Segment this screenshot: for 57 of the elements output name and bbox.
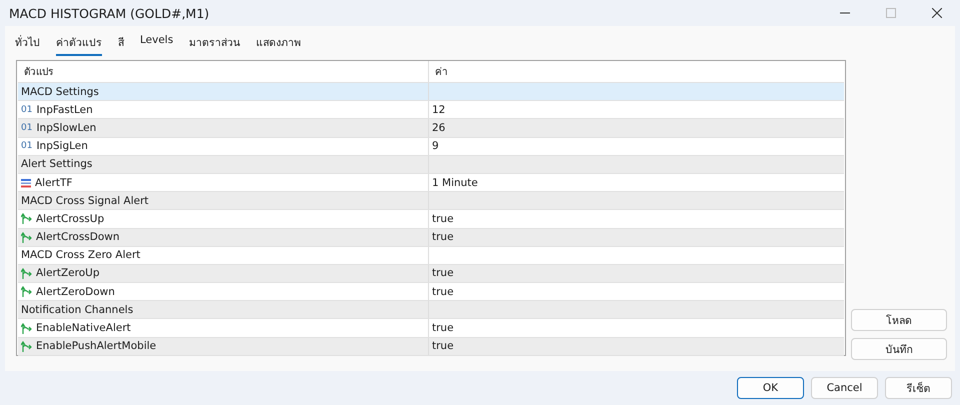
tab[interactable]: ค่าตัวแปร bbox=[56, 32, 102, 56]
side-button[interactable]: โหลด bbox=[851, 309, 947, 331]
parameter-name: AlertZeroDown bbox=[36, 286, 115, 298]
table-row[interactable]: AlertCrossDown true bbox=[18, 228, 844, 247]
tab[interactable]: Levels bbox=[140, 32, 174, 51]
column-header[interactable]: ตัวแปร bbox=[18, 61, 429, 82]
side-button[interactable]: บันทึก bbox=[851, 338, 947, 360]
parameter-name: EnablePushAlertMobile bbox=[36, 340, 156, 352]
parameter-value: true bbox=[432, 212, 454, 225]
table-row[interactable]: Alert Settings bbox=[18, 156, 844, 174]
parameter-value: 9 bbox=[432, 140, 439, 152]
table-row[interactable]: Notification Channels bbox=[18, 301, 844, 320]
window-title: MACD HISTOGRAM (GOLD#,M1) bbox=[9, 6, 210, 20]
tab[interactable]: ทั่วไป bbox=[15, 32, 40, 56]
parameter-name: AlertZeroUp bbox=[36, 267, 100, 280]
parameter-name: InpSlowLen bbox=[36, 122, 96, 134]
group-label: Alert Settings bbox=[21, 158, 92, 170]
parameter-value: true bbox=[432, 286, 454, 298]
branch-arrow-icon bbox=[21, 232, 32, 243]
parameter-name: AlertCrossDown bbox=[36, 231, 120, 244]
dialog-button[interactable]: Cancel bbox=[811, 377, 878, 399]
tab[interactable]: แสดงภาพ bbox=[256, 32, 302, 56]
parameter-name: AlertTF bbox=[35, 176, 72, 189]
table-row[interactable]: MACD Cross Signal Alert bbox=[18, 192, 844, 210]
parameter-value: true bbox=[432, 267, 454, 280]
group-label: MACD Cross Signal Alert bbox=[21, 194, 149, 207]
parameter-value: true bbox=[432, 231, 454, 244]
parameter-name: AlertCrossUp bbox=[36, 212, 104, 225]
parameter-name: InpSigLen bbox=[36, 140, 88, 152]
branch-arrow-icon bbox=[21, 340, 32, 352]
parameter-value: 12 bbox=[432, 104, 446, 116]
column-header[interactable]: ค่า bbox=[429, 61, 844, 82]
tab[interactable]: สี bbox=[118, 32, 124, 56]
branch-arrow-icon bbox=[21, 268, 32, 279]
group-label: MACD Settings bbox=[21, 86, 99, 98]
parameter-value: 1 Minute bbox=[432, 176, 478, 189]
integer-icon: 01 bbox=[21, 122, 32, 133]
parameter-value: 26 bbox=[432, 122, 446, 134]
table-row[interactable]: 01 InpSlowLen 26 bbox=[18, 119, 844, 138]
branch-arrow-icon bbox=[21, 213, 32, 224]
integer-icon: 01 bbox=[21, 141, 32, 152]
list-icon bbox=[21, 178, 31, 188]
table-row[interactable]: AlertZeroUp true bbox=[18, 264, 844, 284]
tab[interactable]: มาตราส่วน bbox=[189, 32, 240, 56]
parameter-value: true bbox=[432, 340, 454, 352]
parameter-value: true bbox=[432, 322, 454, 334]
integer-icon: 01 bbox=[21, 104, 32, 115]
group-label: MACD Cross Zero Alert bbox=[21, 249, 140, 262]
group-label: Notification Channels bbox=[21, 304, 134, 316]
branch-arrow-icon bbox=[21, 286, 32, 298]
dialog-button[interactable]: รีเซ็ต bbox=[885, 377, 952, 399]
table-row[interactable]: EnablePushAlertMobile true bbox=[18, 338, 844, 356]
parameter-name: EnableNativeAlert bbox=[36, 322, 131, 334]
branch-arrow-icon bbox=[21, 322, 32, 334]
table-row[interactable]: MACD Settings bbox=[18, 83, 844, 102]
parameter-name: InpFastLen bbox=[36, 104, 93, 116]
dialog-button[interactable]: OK bbox=[737, 377, 804, 399]
